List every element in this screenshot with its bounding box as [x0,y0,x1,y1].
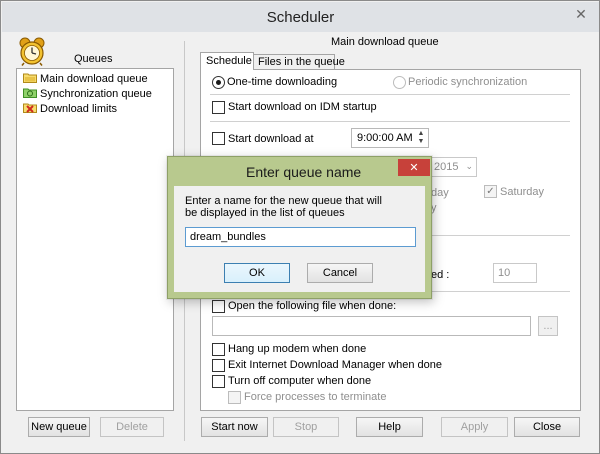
sync-queue-icon [23,87,37,98]
browse-button[interactable]: ... [538,316,558,336]
open-file-checkbox[interactable] [212,300,225,313]
tab-schedule[interactable]: Schedule [200,52,254,70]
window-title: Scheduler [266,8,335,26]
queue-item-sync[interactable]: Synchronization queue [23,87,152,100]
dialog-body: Enter a name for the new queue that will… [174,186,425,292]
start-now-button[interactable]: Start now [201,417,268,437]
date-value: 2015 [434,161,459,173]
queue-name-value: dream_bundles [190,231,266,243]
spin-down-icon[interactable]: ▼ [415,138,427,146]
separator [431,235,570,236]
tab-files-label: Files in the queue [258,56,345,68]
folder-queue-icon [23,72,37,83]
dialog-title: Enter queue name [246,164,362,180]
open-file-label: Open the following file when done: [228,300,397,312]
start-time-value: 9:00:00 AM [357,132,413,144]
queue-item-main[interactable]: Main download queue [23,72,148,85]
open-file-path-field[interactable] [212,316,531,336]
chevron-down-icon: ⌄ [465,161,473,171]
date-picker[interactable]: 2015 ⌄ [431,157,477,177]
spin-up-icon[interactable]: ▲ [415,130,427,138]
check-icon: ✓ [486,185,495,197]
start-on-startup-checkbox[interactable] [212,101,225,114]
queues-heading: Queues [74,53,113,65]
tab-schedule-label: Schedule [206,55,252,67]
one-time-radio[interactable] [212,76,225,89]
dialog-close-button[interactable]: ✕ [398,159,430,176]
enter-queue-name-dialog: Enter queue name ✕ Enter a name for the … [167,156,432,299]
exit-idm-label: Exit Internet Download Manager when done [228,359,443,371]
separator [210,121,570,122]
exit-idm-checkbox[interactable] [212,359,225,372]
help-button[interactable]: Help [356,417,423,437]
retry-count-field[interactable]: 10 [493,263,537,283]
limits-icon [23,102,37,113]
dialog-message: Enter a name for the new queue that will… [185,195,382,219]
turn-off-checkbox[interactable] [212,375,225,388]
new-queue-button[interactable]: New queue [28,417,90,437]
turn-off-label: Turn off computer when done [228,375,372,387]
ok-button[interactable]: OK [224,263,290,283]
start-at-checkbox[interactable] [212,132,225,145]
queue-header: Main download queue [331,36,439,48]
queue-item-limits[interactable]: Download limits [23,102,117,115]
close-button[interactable]: Close [514,417,580,437]
queue-item-label: Download limits [40,103,118,115]
queue-list: Main download queue Synchronization queu… [16,68,174,411]
periodic-radio[interactable] [393,76,406,89]
retry-count-value: 10 [498,267,511,279]
close-icon: ✕ [575,5,587,22]
alarm-clock-icon [16,36,48,66]
scheduler-window: Scheduler ✕ Queues Main download queue S… [0,0,600,454]
one-time-label: One-time downloading [227,76,338,88]
force-terminate-label: Force processes to terminate [244,391,387,403]
saturday-checkbox[interactable]: ✓ [484,185,497,198]
start-at-label: Start download at [228,133,314,145]
window-close-button[interactable]: ✕ [567,4,595,24]
hang-up-checkbox[interactable] [212,343,225,356]
force-terminate-checkbox[interactable] [228,391,241,404]
saturday-label: Saturday [500,186,545,198]
queue-item-label: Main download queue [40,73,148,85]
tab-files-in-queue[interactable]: Files in the queue [253,54,345,70]
separator [210,94,570,95]
retry-label-partial: ed : [431,269,450,281]
queue-name-input[interactable]: dream_bundles [185,227,416,247]
start-on-startup-label: Start download on IDM startup [228,101,377,113]
cancel-button[interactable]: Cancel [307,263,373,283]
title-bar: Scheduler [2,2,599,32]
queue-item-label: Synchronization queue [40,88,152,100]
periodic-label: Periodic synchronization [408,76,528,88]
apply-button[interactable]: Apply [441,417,508,437]
stop-button[interactable]: Stop [273,417,339,437]
hang-up-label: Hang up modem when done [228,343,367,355]
day-label-partial: day [431,187,449,199]
separator [431,291,570,292]
delete-button[interactable]: Delete [100,417,164,437]
close-icon: ✕ [409,162,419,174]
start-time-field[interactable]: 9:00:00 AM ▲ ▼ [351,128,429,148]
